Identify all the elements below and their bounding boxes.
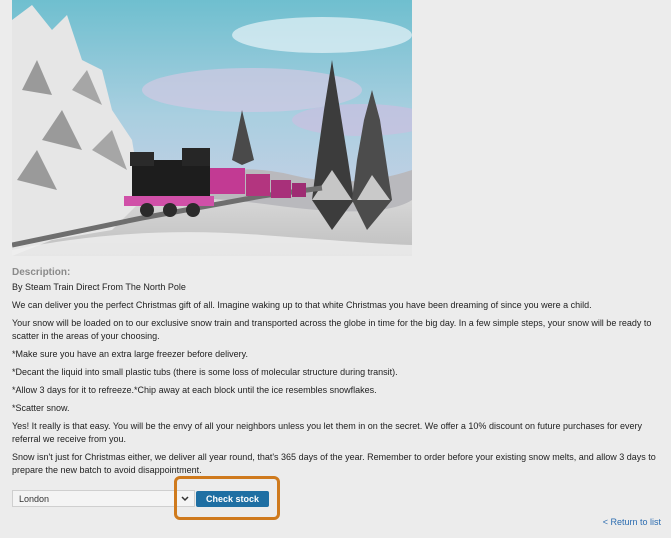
store-location-select[interactable]: London [12, 490, 195, 507]
description-paragraph: Snow isn't just for Christmas either, we… [12, 452, 656, 475]
description-paragraph: By Steam Train Direct From The North Pol… [12, 282, 186, 292]
return-to-list-link[interactable]: < Return to list [603, 517, 661, 527]
description-paragraph: We can deliver you the perfect Christmas… [12, 300, 592, 310]
product-image [12, 0, 412, 256]
stock-check-form: London Check stock [12, 476, 662, 530]
description-paragraph: Yes! It really is that easy. You will be… [12, 421, 643, 444]
description-paragraph: *Make sure you have an extra large freez… [12, 349, 248, 359]
product-page: Description: By Steam Train Direct From … [0, 0, 671, 538]
check-stock-button[interactable]: Check stock [196, 491, 269, 507]
description-label: Description: [12, 267, 71, 278]
description-paragraph: *Decant the liquid into small plastic tu… [12, 367, 398, 377]
description-paragraph: Your snow will be loaded on to our exclu… [12, 318, 652, 341]
chevron-down-icon [179, 492, 191, 505]
description-paragraph: *Scatter snow. [12, 403, 70, 413]
description-body: By Steam Train Direct From The North Pol… [12, 281, 662, 482]
store-location-value: London [19, 494, 50, 504]
description-paragraph: *Allow 3 days for it to refreeze.*Chip a… [12, 385, 377, 395]
steam-train-snow-image [12, 0, 412, 256]
